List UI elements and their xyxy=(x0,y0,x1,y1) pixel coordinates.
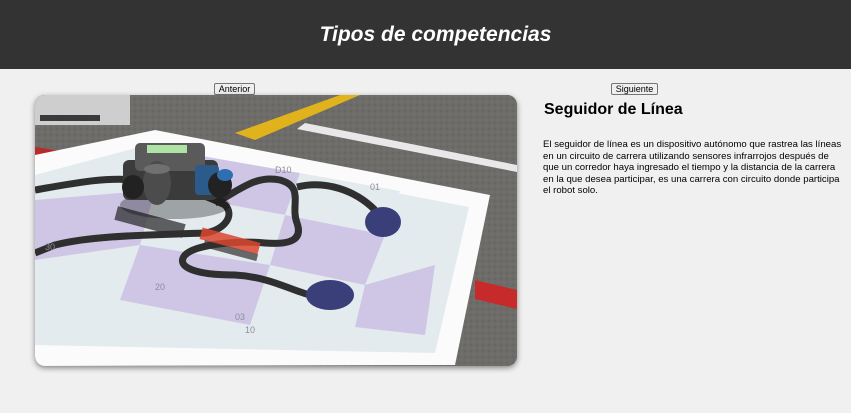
page-title: Tipos de competencias xyxy=(319,22,552,46)
page-header: Tipos de competencias xyxy=(0,0,851,69)
next-button[interactable]: Siguiente xyxy=(611,83,658,95)
slide-title: Seguidor de Línea xyxy=(544,101,683,118)
slide-description: El seguidor de línea es un dispositivo a… xyxy=(543,139,842,197)
svg-text:10: 10 xyxy=(245,325,255,335)
previous-button[interactable]: Anterior xyxy=(214,83,255,95)
svg-text:D10: D10 xyxy=(275,165,292,175)
svg-text:03: 03 xyxy=(235,312,245,322)
svg-text:20: 20 xyxy=(155,282,165,292)
line-follower-photo: D10 01 03 10 20 30 xyxy=(35,95,517,366)
svg-text:30: 30 xyxy=(45,242,55,252)
svg-text:01: 01 xyxy=(370,182,380,192)
